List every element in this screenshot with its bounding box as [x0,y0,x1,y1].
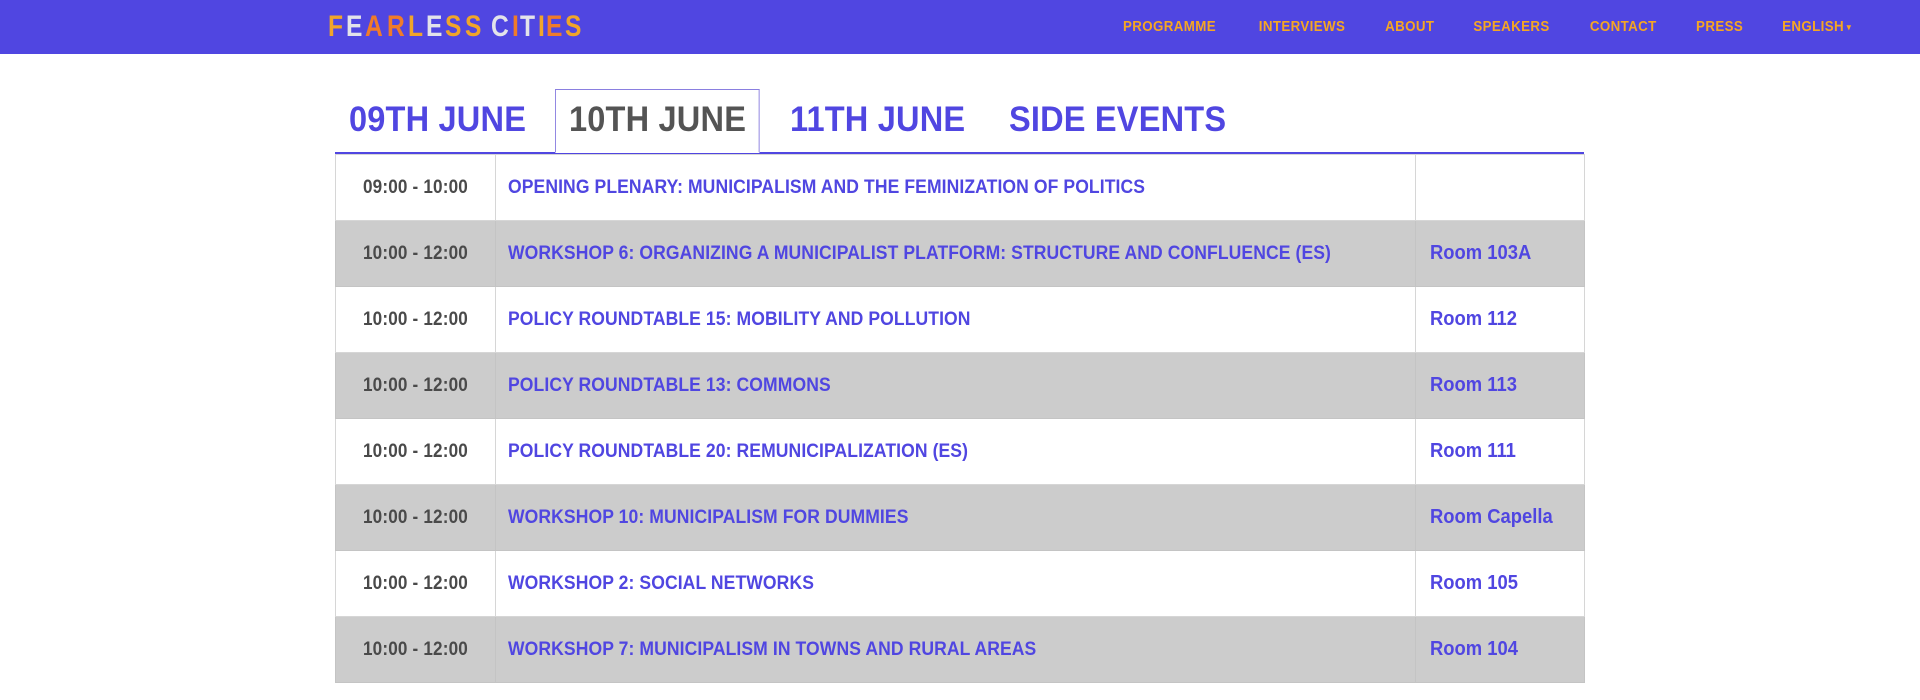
session-time: 10:00 - 12:00 [362,308,469,330]
session-title-cell: WORKSHOP 10: MUNICIPALISM FOR DUMMIES [495,484,1416,551]
logo-letter [484,12,490,42]
tab-day-3[interactable]: 11TH JUNE [776,101,979,152]
session-room-cell: Room 104 [1415,616,1585,683]
logo-letter: L [407,10,423,43]
session-room: Room 111 [1430,440,1516,462]
logo-letter: I [512,10,519,43]
tab-day-1[interactable]: 09TH JUNE [335,101,540,152]
session-room: Room 104 [1430,638,1518,660]
session-title-cell: POLICY ROUNDTABLE 20: REMUNICIPALIZATION… [495,418,1416,485]
table-row: 09:00 - 10:00 OPENING PLENARY: MUNICIPALI… [335,154,1585,221]
table-row: 10:00 - 12:00 WORKSHOP 10: MUNICIPALISM F… [335,484,1585,551]
session-time-cell: 10:00 - 12:00 [335,418,496,485]
session-room: Room Capella [1430,506,1553,528]
tab-day-2[interactable]: 10TH JUNE [555,89,761,153]
session-time-cell: 10:00 - 12:00 [335,352,496,419]
page-body: 09TH JUNE 10TH JUNE 11TH JUNE SIDE EVENTS 0… [0,54,1920,683]
logo-letter: R [386,10,405,43]
session-time-cell: 10:00 - 12:00 [335,220,496,287]
logo-letter: E [425,10,442,43]
session-title-cell: OPENING PLENARY: MUNICIPALISM AND THE FE… [495,154,1416,221]
session-room-cell: Room 103A [1415,220,1585,287]
logo-letter: A [365,10,383,43]
session-time-cell: 10:00 - 12:00 [335,550,496,617]
nav-speakers[interactable]: SPEAKERS [1458,19,1566,35]
session-room: Room 112 [1430,308,1517,330]
table-row: 10:00 - 12:00 POLICY ROUNDTABLE 13: COMMO… [335,352,1585,419]
session-title-cell: WORKSHOP 6: ORGANIZING A MUNICIPALIST PL… [495,220,1416,287]
session-room: Room 105 [1430,572,1518,594]
session-room: Room 103A [1430,242,1532,264]
session-time-cell: 10:00 - 12:00 [335,616,496,683]
session-title-link[interactable]: POLICY ROUNDTABLE 13: COMMONS [508,374,831,397]
logo-letter: S [565,10,582,43]
session-time: 09:00 - 10:00 [362,176,469,198]
schedule-table-wrapper: 09:00 - 10:00 OPENING PLENARY: MUNICIPALI… [335,152,1585,683]
logo-letter: C [491,10,509,43]
session-time: 10:00 - 12:00 [362,242,469,264]
table-row: 10:00 - 12:00 WORKSHOP 6: ORGANIZING A MU… [335,220,1585,287]
table-row: 10:00 - 12:00 POLICY ROUNDTABLE 15: MOBIL… [335,286,1585,353]
logo-letter: S [445,10,462,43]
session-room-cell: Room 113 [1415,352,1585,419]
session-time: 10:00 - 12:00 [362,440,469,462]
nav-about[interactable]: ABOUT [1369,19,1450,35]
day-tabs: 09TH JUNE 10TH JUNE 11TH JUNE SIDE EVENTS [335,89,1584,153]
logo-letter: F [328,10,343,43]
session-title-link[interactable]: WORKSHOP 10: MUNICIPALISM FOR DUMMIES [508,506,909,529]
session-title-link[interactable]: WORKSHOP 2: SOCIAL NETWORKS [508,572,814,595]
session-room-cell: Room Capella [1415,484,1585,551]
session-time: 10:00 - 12:00 [362,506,469,528]
session-title-cell: WORKSHOP 7: MUNICIPALISM IN TOWNS AND RU… [495,616,1416,683]
session-time-cell: 10:00 - 12:00 [335,484,496,551]
logo-letter: I [537,10,545,43]
session-title-link[interactable]: POLICY ROUNDTABLE 15: MOBILITY AND POLLU… [508,308,971,331]
session-title-link[interactable]: POLICY ROUNDTABLE 20: REMUNICIPALIZATION… [508,440,968,463]
logo-letter: S [464,10,481,43]
site-header: FEARLESS C IT IE S PROGRAMME INTERVIEWS ABOUT… [0,0,1920,54]
session-title-link[interactable]: WORKSHOP 7: MUNICIPALISM IN TOWNS AND RU… [508,638,1036,661]
table-row: 10:00 - 12:00 WORKSHOP 7: MUNICIPALISM IN… [335,616,1585,683]
nav-interviews[interactable]: INTERVIEWS [1243,19,1361,35]
logo-letter: E [345,10,362,43]
session-room-cell [1415,154,1585,221]
session-time: 10:00 - 12:00 [362,374,469,396]
session-time: 10:00 - 12:00 [362,572,469,594]
nav-press[interactable]: PRESS [1680,19,1758,35]
session-room-cell: Room 112 [1415,286,1585,353]
language-label: ENGLISH [1781,19,1844,35]
session-time: 10:00 - 12:00 [362,638,469,660]
session-title-link[interactable]: OPENING PLENARY: MUNICIPALISM AND THE FE… [508,176,1145,199]
session-room-cell: Room 105 [1415,550,1585,617]
chevron-down-icon: ▾ [1846,22,1852,32]
session-time-cell: 09:00 - 10:00 [335,154,496,221]
table-row: 10:00 - 12:00 WORKSHOP 2: SOCIAL NETWORKS… [335,550,1585,617]
session-title-link[interactable]: WORKSHOP 6: ORGANIZING A MUNICIPALIST PL… [508,242,1331,265]
session-title-cell: POLICY ROUNDTABLE 15: MOBILITY AND POLLU… [495,286,1416,353]
session-room: Room 113 [1430,374,1517,396]
logo-letter: E [545,10,562,43]
nav-programme[interactable]: PROGRAMME [1108,19,1232,35]
nav-language-selector[interactable]: ENGLISH ▾ [1766,19,1869,35]
site-logo[interactable]: FEARLESS C IT IE S [328,12,585,42]
schedule-table: 09:00 - 10:00 OPENING PLENARY: MUNICIPALI… [335,154,1585,683]
nav-contact[interactable]: CONTACT [1574,19,1672,35]
logo-letter: T [520,10,535,43]
table-row: 10:00 - 12:00 POLICY ROUNDTABLE 20: REMUN… [335,418,1585,485]
session-room-cell: Room 111 [1415,418,1585,485]
session-time-cell: 10:00 - 12:00 [335,286,496,353]
session-title-cell: WORKSHOP 2: SOCIAL NETWORKS [495,550,1416,617]
main-navigation: PROGRAMME INTERVIEWS ABOUT SPEAKERS CONTACT P… [1102,19,1874,35]
session-title-cell: POLICY ROUNDTABLE 13: COMMONS [495,352,1416,419]
tab-day-4[interactable]: SIDE EVENTS [995,101,1240,152]
